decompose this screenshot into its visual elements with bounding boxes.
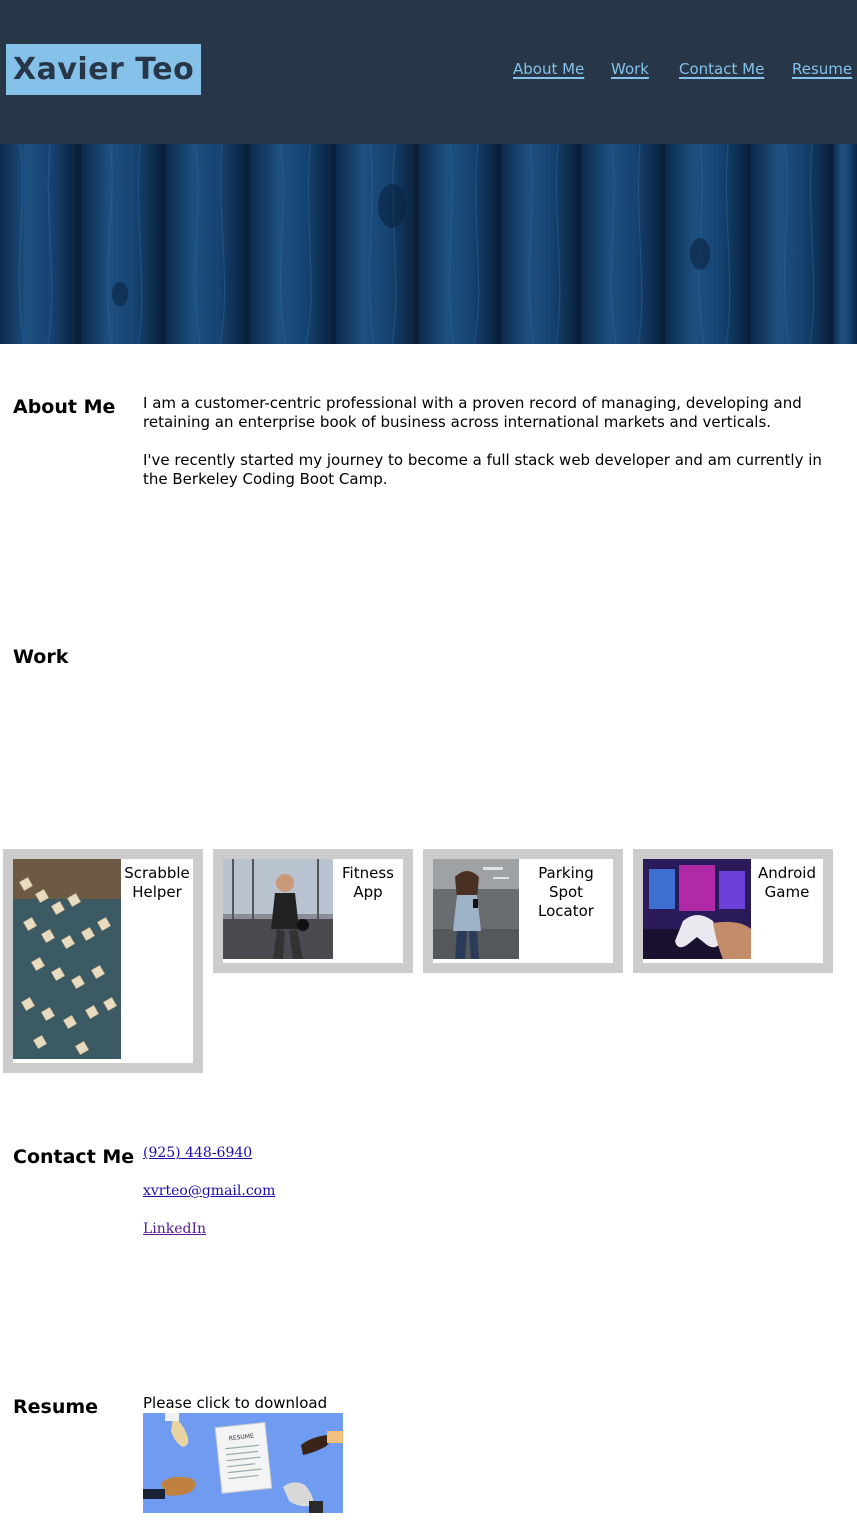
phone-link[interactable]: (925) 448-6940: [143, 1145, 252, 1161]
project-card-inner: Scrabble Helper: [13, 859, 193, 1063]
project-label-parking: Parking Spot Locator: [538, 864, 594, 920]
linkedin-link[interactable]: LinkedIn: [143, 1221, 206, 1237]
nav-link-resume[interactable]: Resume: [792, 60, 852, 78]
project-card-scrabble[interactable]: Scrabble Helper: [3, 849, 203, 1073]
project-card-parking[interactable]: Parking Spot Locator: [423, 849, 623, 973]
about-paragraph-2: I've recently started my journey to beco…: [143, 451, 822, 488]
site-header: Xavier Teo About Me Work Contact Me Resu…: [0, 0, 857, 144]
project-card-fitness[interactable]: Fitness App: [213, 849, 413, 973]
fitness-woman-image: [223, 859, 333, 959]
about-paragraph-1: I am a customer-centric professional wit…: [143, 394, 802, 431]
about-content: I am a customer-centric professional wit…: [143, 394, 848, 489]
email-link[interactable]: xvrteo@gmail.com: [143, 1183, 275, 1199]
site-logo-name: Xavier Teo: [6, 44, 202, 95]
project-card-android[interactable]: Android Game: [633, 849, 833, 973]
contact-heading: Contact Me: [13, 1146, 135, 1168]
resume-heading: Resume: [13, 1396, 99, 1418]
nav-link-contact[interactable]: Contact Me: [679, 60, 764, 78]
game-controller-image: [643, 859, 751, 959]
hero-banner-image: [0, 144, 857, 344]
woman-with-phone-in-garage-image: [433, 859, 519, 959]
nav-link-about[interactable]: About Me: [513, 60, 584, 78]
project-card-inner: Fitness App: [223, 859, 403, 963]
project-card-inner: Android Game: [643, 859, 823, 963]
nav-link-work[interactable]: Work: [611, 60, 649, 78]
project-label-fitness: Fitness App: [342, 864, 394, 901]
work-heading: Work: [13, 646, 69, 668]
resume-download-image[interactable]: RESUME: [143, 1413, 343, 1513]
resume-instruction: Please click to download: [143, 1394, 328, 1412]
scrabble-board-image: [13, 859, 121, 1059]
about-heading: About Me: [13, 396, 116, 418]
project-card-inner: Parking Spot Locator: [433, 859, 613, 963]
project-label-scrabble: Scrabble Helper: [124, 864, 190, 901]
project-label-android: Android Game: [758, 864, 816, 901]
